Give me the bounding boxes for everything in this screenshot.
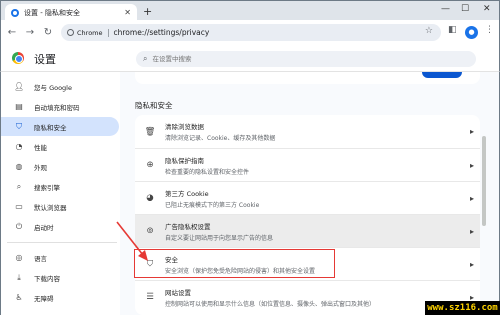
sidebar-item-you-and-google[interactable]: 👤︎ 您与 Google: [1, 77, 119, 96]
tab-settings-privacy[interactable]: 设置 - 隐私和安全 ✕: [5, 4, 137, 21]
privacy-card: 🗑︎ 清除浏览数据 清除浏览记录、Cookie、缓存及其他数据 ▸ ⊕ 隐私保护…: [135, 115, 480, 315]
sidebar-item-label: 启动时: [34, 223, 54, 232]
row-description: 自定义要让网站用于向您显示广告的信息: [165, 234, 274, 242]
row-clear-browsing-data[interactable]: 🗑︎ 清除浏览数据 清除浏览记录、Cookie、缓存及其他数据 ▸: [135, 115, 480, 148]
sidebar-item-default-browser[interactable]: ▭ 默认浏览器: [1, 197, 119, 216]
settings-search-input[interactable]: [152, 55, 453, 63]
sidebar-item-label: 外观: [34, 163, 47, 172]
sidebar-item-appearance[interactable]: ◍ 外观: [1, 157, 119, 176]
sidebar-item-performance[interactable]: ◔ 性能: [1, 137, 119, 156]
row-description: 检查重要的隐私设置和安全控件: [165, 168, 250, 176]
sliders-icon: ☰: [146, 292, 154, 302]
sidebar-item-label: 性能: [34, 143, 47, 152]
browser-icon: ▭: [15, 202, 23, 211]
chevron-right-icon: ▸: [469, 259, 474, 269]
ad-privacy-icon: ⊚: [146, 226, 154, 236]
chevron-right-icon: ▸: [469, 160, 474, 170]
search-icon: ⌕: [16, 181, 22, 191]
previous-section-card: [135, 72, 480, 84]
sidebar-item-on-startup[interactable]: ⏻ 启动时: [1, 217, 119, 236]
row-description: 清除浏览记录、Cookie、缓存及其他数据: [165, 135, 276, 142]
previous-section-button[interactable]: [422, 72, 462, 78]
sidebar-item-accessibility[interactable]: ♿︎ 无障碍: [1, 288, 119, 307]
row-title: 第三方 Cookie: [165, 189, 209, 198]
sidebar-item-languages[interactable]: ◎ 语言: [1, 248, 119, 267]
close-tab-icon[interactable]: ✕: [124, 8, 131, 17]
palette-icon: ◍: [15, 162, 23, 171]
chrome-icon: [67, 29, 74, 36]
sidebar-item-label: 下载内容: [34, 274, 60, 283]
sidebar-item-label: 自动填充和密码: [34, 103, 80, 112]
section-title: 隐私和安全: [135, 101, 173, 110]
add-circle-icon: ⊕: [146, 160, 154, 170]
row-third-party-cookies[interactable]: ◕ 第三方 Cookie 已阻止无痕模式下的第三方 Cookie ▸: [135, 181, 480, 214]
shield-icon: ⛉: [16, 121, 22, 131]
scrollbar-thumb[interactable]: [482, 136, 486, 226]
settings-sidebar: 👤︎ 您与 Google ▤ 自动填充和密码 ⛉ 隐私和安全 ◔ 性能 ◍ 外观…: [0, 72, 120, 315]
chrome-logo-icon: [12, 52, 24, 64]
chip-label: Chrome: [77, 28, 103, 37]
reload-icon[interactable]: ↻: [41, 27, 55, 38]
sidebar-divider: [7, 242, 117, 243]
side-panel-icon[interactable]: ◧: [448, 25, 457, 35]
close-window-icon[interactable]: ✕: [483, 4, 491, 14]
download-icon: ⤓: [17, 272, 21, 282]
profile-avatar-icon[interactable]: ●: [465, 26, 478, 39]
search-icon: ⌕: [143, 54, 148, 63]
site-info-chip[interactable]: Chrome: [67, 28, 109, 37]
sidebar-item-label: 搜索引擎: [34, 183, 60, 192]
row-title: 网站设置: [165, 288, 191, 297]
row-title: 清除浏览数据: [165, 123, 204, 131]
power-icon: ⏻: [15, 221, 23, 231]
new-tab-button[interactable]: +: [143, 5, 152, 18]
chevron-right-icon: ▸: [469, 226, 474, 236]
security-highlight-box: [134, 249, 335, 278]
sidebar-item-label: 您与 Google: [34, 83, 72, 92]
sidebar-item-privacy[interactable]: ⛉ 隐私和安全: [1, 117, 119, 136]
bookmark-star-icon[interactable]: ☆: [425, 26, 433, 36]
sidebar-item-downloads[interactable]: ⤓ 下载内容: [1, 268, 119, 287]
row-privacy-guide[interactable]: ⊕ 隐私保护指南 检查重要的隐私设置和安全控件 ▸: [135, 148, 480, 181]
row-description: 控制网站可以使用和显示什么信息（如位置信息、摄像头、弹出式窗口及其他）: [165, 300, 376, 308]
row-description: 已阻止无痕模式下的第三方 Cookie: [165, 201, 260, 209]
sidebar-item-label: 无障碍: [34, 294, 54, 303]
trash-icon: 🗑︎: [144, 126, 156, 137]
cookie-icon: ◕: [146, 193, 154, 203]
chevron-right-icon: ▸: [469, 193, 474, 203]
clipboard-icon: ▤: [15, 102, 23, 111]
row-ad-privacy[interactable]: ⊚ 广告隐私权设置 自定义要让网站用于向您显示广告的信息 ▸: [135, 214, 480, 247]
settings-main: 隐私和安全 🗑︎ 清除浏览数据 清除浏览记录、Cookie、缓存及其他数据 ▸ …: [120, 72, 500, 315]
back-icon[interactable]: ←: [5, 27, 19, 38]
address-bar[interactable]: Chrome chrome://settings/privacy ☆: [61, 24, 441, 41]
sidebar-item-autofill[interactable]: ▤ 自动填充和密码: [1, 97, 119, 116]
watermark: www.sz116.com: [425, 301, 500, 315]
page-title: 设置: [34, 53, 56, 66]
maximize-icon[interactable]: ☐: [461, 4, 469, 14]
globe-icon: ◎: [15, 253, 23, 262]
tab-strip: 设置 - 隐私和安全 ✕ + — ☐ ✕: [0, 0, 500, 21]
sidebar-item-label: 隐私和安全: [34, 123, 67, 132]
chevron-right-icon: ▸: [469, 127, 474, 136]
forward-icon[interactable]: →: [23, 27, 37, 38]
accessibility-icon: ♿︎: [15, 293, 23, 302]
sidebar-item-label: 默认浏览器: [34, 203, 67, 212]
tab-title: 设置 - 隐私和安全: [24, 8, 80, 17]
minimize-icon[interactable]: —: [441, 4, 450, 14]
speedometer-icon: ◔: [15, 142, 23, 151]
settings-gear-icon: [11, 8, 19, 17]
menu-icon[interactable]: ⋮: [485, 25, 494, 35]
settings-header: 设置 ⌕: [0, 45, 500, 72]
row-title: 广告隐私权设置: [165, 222, 211, 231]
url-text[interactable]: chrome://settings/privacy: [114, 28, 210, 37]
row-title: 隐私保护指南: [165, 156, 204, 165]
person-icon: 👤︎: [14, 82, 25, 91]
settings-search[interactable]: ⌕: [136, 51, 476, 67]
sidebar-item-search-engine[interactable]: ⌕ 搜索引擎: [1, 177, 119, 196]
browser-toolbar: ← → ↻ Chrome chrome://settings/privacy ☆: [0, 20, 500, 45]
sidebar-item-label: 语言: [34, 254, 47, 263]
